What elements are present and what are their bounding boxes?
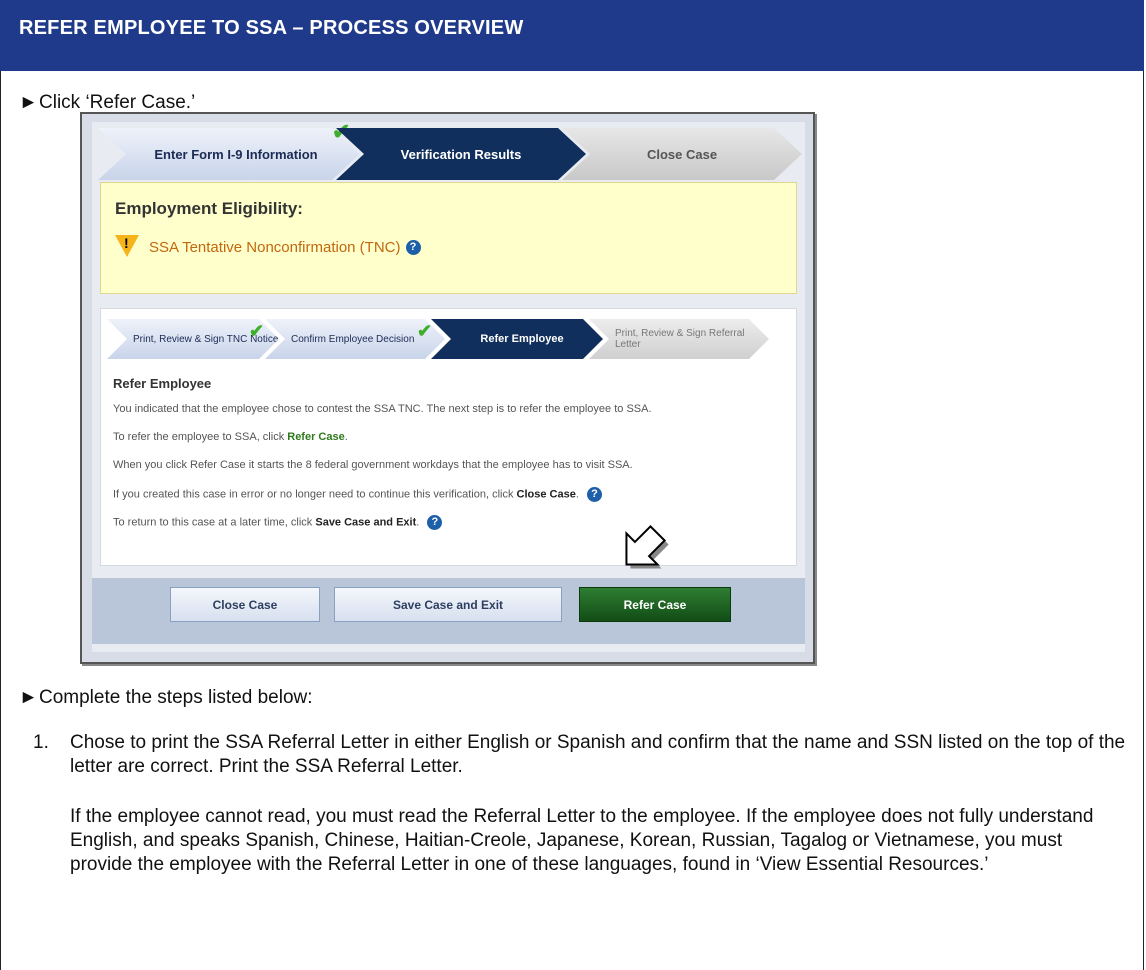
close-case-button[interactable]: Close Case <box>170 587 320 622</box>
verification-results-panel: Enter Form I-9 Information ✔ Verificatio… <box>92 121 805 652</box>
step-text: Chose to print the SSA Referral Letter i… <box>70 732 1126 777</box>
bullet-arrow-icon: ► <box>19 92 38 113</box>
help-icon[interactable]: ? <box>586 487 602 502</box>
instruction-text: Complete the steps listed below: <box>39 687 313 708</box>
action-button-bar: Close Case Save Case and Exit Refer Case <box>92 578 805 644</box>
save-case-and-exit-button[interactable]: Save Case and Exit <box>334 587 562 622</box>
help-icon[interactable]: ? <box>405 239 421 255</box>
main-progress-steps: Enter Form I-9 Information ✔ Verificatio… <box>98 121 803 180</box>
step-enter-form-i9[interactable]: Enter Form I-9 Information <box>98 128 360 180</box>
refer-employee-heading: Refer Employee <box>113 376 212 391</box>
instruction-refer-case: ►Click ‘Refer Case.’ <box>19 92 195 114</box>
eligibility-status-text: SSA Tentative Nonconfirmation (TNC) <box>149 238 401 256</box>
warning-icon: ! <box>115 235 139 259</box>
refer-case-link: Refer Case <box>287 431 345 443</box>
substep-print-referral-letter[interactable]: Print, Review & Sign Referral Letter <box>589 319 769 359</box>
step-close-case[interactable]: Close Case <box>562 128 802 180</box>
workdays-info-line: When you click Refer Case it starts the … <box>113 459 633 471</box>
embedded-screenshot: Enter Form I-9 Information ✔ Verificatio… <box>80 112 815 664</box>
close-case-info-line: If you created this case in error or no … <box>113 487 602 502</box>
substep-refer-employee[interactable]: Refer Employee <box>431 319 603 359</box>
step-verification-results[interactable]: Verification Results <box>336 128 586 180</box>
refer-info-line: You indicated that the employee chose to… <box>113 403 652 415</box>
eligibility-title: Employment Eligibility: <box>115 199 303 218</box>
refer-case-button[interactable]: Refer Case <box>579 587 731 622</box>
save-exit-info-line: To return to this case at a later time, … <box>113 515 443 530</box>
employment-eligibility-box: Employment Eligibility: ! SSA Tentative … <box>100 182 797 294</box>
check-icon: ✔ <box>417 321 433 341</box>
instruction-text: Click ‘Refer Case.’ <box>39 92 196 113</box>
eligibility-status: ! SSA Tentative Nonconfirmation (TNC) ? <box>115 235 421 259</box>
help-icon[interactable]: ? <box>427 515 443 530</box>
instruction-complete-steps: ►Complete the steps listed below: <box>19 687 313 709</box>
bullet-arrow-icon: ► <box>19 687 38 708</box>
step-number: 1. <box>33 732 49 753</box>
translation-note: If the employee cannot read, you must re… <box>70 806 1094 875</box>
refer-employee-card: Print, Review & Sign TNC Notice ✔ Confir… <box>100 308 797 566</box>
page-title: REFER EMPLOYEE TO SSA – PROCESS OVERVIEW <box>0 0 1144 71</box>
check-icon: ✔ <box>249 321 265 341</box>
refer-instruction-line: To refer the employee to SSA, click Refe… <box>113 431 348 443</box>
mouse-pointer-icon <box>625 524 669 569</box>
